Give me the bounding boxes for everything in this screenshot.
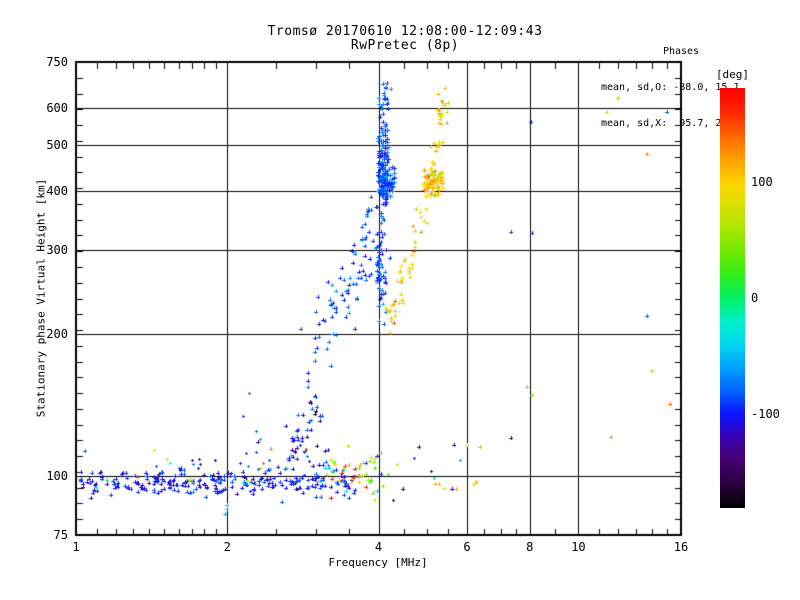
y-tick-label: 100 <box>46 468 68 483</box>
colorbar-tick-label: 100 <box>751 174 773 189</box>
chart-subtitle: RwPretec (8p) <box>350 38 460 53</box>
y-tick-label: 500 <box>46 138 68 153</box>
y-tick-label: 600 <box>46 100 68 115</box>
x-tick-label: 1 <box>72 540 80 554</box>
x-tick-label: 16 <box>673 540 689 554</box>
x-axis-title: Frequency [MHz] <box>328 556 428 569</box>
phase-stats-heading: Phases <box>662 46 700 57</box>
y-tick-label: 400 <box>46 184 68 199</box>
colorbar-tick-label: -100 <box>751 407 780 422</box>
y-tick-label: 200 <box>46 326 68 341</box>
colorbar-tick-label: 0 <box>751 291 759 305</box>
chart-title: Tromsø 20170610 12:08:00-12:09:43 <box>267 24 543 39</box>
x-tick-label: 6 <box>463 540 471 554</box>
colorbar-title: [deg] <box>715 68 750 81</box>
x-tick-label: 4 <box>374 540 383 554</box>
colorbar <box>720 88 745 508</box>
y-tick-label: 75 <box>53 528 68 542</box>
ionogram-figure: Tromsø 20170610 12:08:00-12:09:43 RwPret… <box>0 0 800 600</box>
y-tick-label: 750 <box>46 55 68 69</box>
y-tick-label: 300 <box>46 243 68 258</box>
y-axis-title: Stationary phase Virtual Height [km] <box>34 178 48 418</box>
x-tick-label: 10 <box>571 540 586 554</box>
x-tick-label: 2 <box>223 540 231 554</box>
x-tick-label: 8 <box>526 540 534 554</box>
